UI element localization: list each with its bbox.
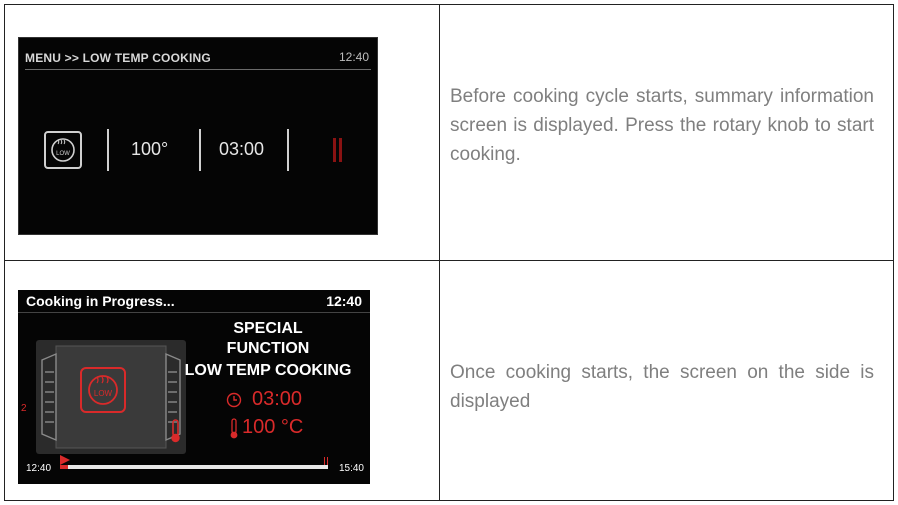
clock-icon bbox=[226, 392, 242, 413]
column-divider bbox=[439, 5, 440, 500]
summary-header: MENU >> LOW TEMP COOKING 12:40 bbox=[19, 38, 377, 72]
progress-fill bbox=[60, 465, 69, 469]
separator bbox=[287, 129, 289, 171]
header-divider bbox=[25, 69, 371, 70]
svg-text:LOW: LOW bbox=[94, 389, 113, 398]
low-temp-icon: LOW bbox=[80, 367, 126, 413]
progress-bar bbox=[60, 455, 328, 469]
function-name: LOW TEMP COOKING bbox=[184, 362, 352, 379]
timer-value[interactable]: 03:00 bbox=[252, 388, 302, 411]
temperature-value[interactable]: 100 °C bbox=[242, 416, 303, 439]
progress-description: Once cooking starts, the screen on the s… bbox=[450, 362, 874, 412]
progress-start-flag-icon bbox=[60, 455, 70, 465]
special-function-line1: SPECIAL bbox=[233, 320, 303, 337]
separator bbox=[199, 129, 201, 171]
clock: 12:40 bbox=[338, 50, 369, 64]
cooking-progress-screen: Cooking in Progress... 12:40 2 LOW SPECI… bbox=[18, 290, 370, 484]
low-temp-icon: LOW bbox=[44, 131, 82, 169]
summary-screen: MENU >> LOW TEMP COOKING 12:40 LOW 100° … bbox=[18, 37, 378, 235]
progress-end-marker bbox=[324, 457, 328, 465]
start-time: 12:40 bbox=[26, 463, 52, 474]
shelf-level-marker: 2 bbox=[21, 403, 27, 414]
separator bbox=[107, 129, 109, 171]
thermometer-icon bbox=[228, 418, 240, 445]
duration-value[interactable]: 03:00 bbox=[219, 139, 264, 160]
temperature-value[interactable]: 100° bbox=[131, 139, 168, 160]
summary-description: Before cooking cycle starts, summary inf… bbox=[450, 86, 874, 165]
svg-text:LOW: LOW bbox=[56, 151, 70, 157]
progress-header: Cooking in Progress... 12:40 bbox=[18, 290, 370, 313]
thermometer-icon bbox=[168, 418, 184, 449]
special-function-line2: FUNCTION bbox=[226, 340, 310, 357]
pause-icon[interactable] bbox=[333, 138, 343, 162]
clock: 12:40 bbox=[326, 293, 362, 309]
end-time: 15:40 bbox=[338, 463, 364, 474]
breadcrumb: MENU >> LOW TEMP COOKING bbox=[25, 51, 211, 65]
screen-title: Cooking in Progress... bbox=[26, 293, 175, 309]
row-divider bbox=[5, 260, 893, 261]
